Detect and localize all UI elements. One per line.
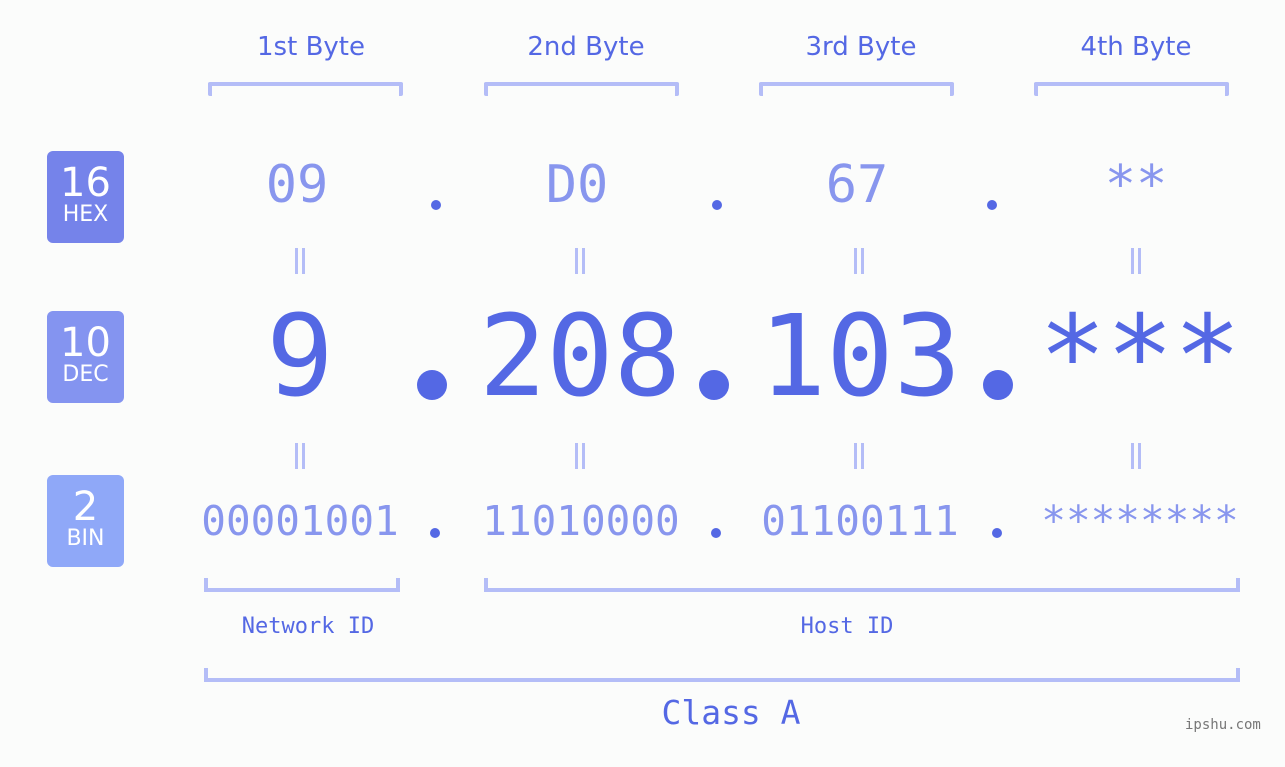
dec-value-1: 9 [266,292,334,422]
dec-badge-base: 10 [60,320,111,366]
hex-badge: 16 HEX [47,151,124,243]
hex-value-1: 09 [265,155,329,215]
network-id-bracket [204,578,400,592]
dec-separator-dot [983,370,1013,400]
byte-header-4: 4th Byte [1080,32,1192,62]
hex-separator-dot [431,200,441,210]
bin-separator-dot [430,528,440,538]
equals-icon [852,443,866,469]
bin-separator-dot [992,528,1002,538]
bin-separator-dot [711,528,721,538]
byte-bracket-4 [1034,82,1229,96]
byte-header-1: 1st Byte [257,32,365,62]
hex-separator-dot [712,200,722,210]
byte-bracket-3 [759,82,954,96]
hex-value-2: D0 [545,155,609,215]
hex-value-4: ** [1104,155,1168,215]
bin-value-4: ******** [1041,497,1239,545]
byte-header-2: 2nd Byte [527,32,645,62]
bin-badge-base: 2 [72,484,99,530]
bin-badge-label: BIN [66,526,105,551]
bin-value-3: 01100111 [761,497,959,545]
equals-icon [293,443,307,469]
dec-value-4: *** [1038,292,1242,422]
dec-value-3: 103 [758,292,962,422]
equals-icon [1129,248,1143,274]
hex-badge-base: 16 [60,160,111,206]
host-id-label: Host ID [800,614,894,639]
equals-icon [1129,443,1143,469]
byte-bracket-1 [208,82,403,96]
dec-badge: 10 DEC [47,311,124,403]
dec-separator-dot [699,370,729,400]
bin-value-2: 11010000 [482,497,680,545]
dec-badge-label: DEC [62,362,109,387]
bin-value-1: 00001001 [201,497,399,545]
equals-icon [573,248,587,274]
hex-value-3: 67 [825,155,889,215]
class-bracket [204,668,1240,682]
watermark: ipshu.com [1185,717,1261,733]
byte-bracket-2 [484,82,679,96]
dec-separator-dot [417,370,447,400]
byte-header-3: 3rd Byte [805,32,917,62]
equals-icon [293,248,307,274]
bin-badge: 2 BIN [47,475,124,567]
class-label: Class A [661,693,801,732]
hex-separator-dot [987,200,997,210]
equals-icon [852,248,866,274]
network-id-label: Network ID [241,614,375,639]
hex-badge-label: HEX [62,202,109,227]
host-id-bracket [484,578,1240,592]
dec-value-2: 208 [478,292,682,422]
equals-icon [573,443,587,469]
